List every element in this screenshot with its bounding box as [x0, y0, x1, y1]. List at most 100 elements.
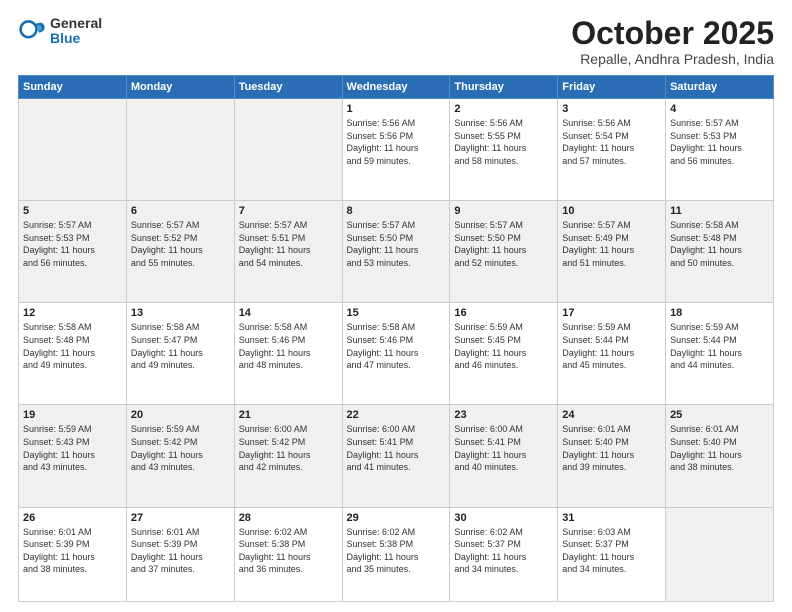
page: General Blue October 2025 Repalle, Andhr…: [0, 0, 792, 612]
table-row: 24 Sunrise: 6:01 AM Sunset: 5:40 PM Dayli…: [558, 405, 666, 507]
table-row: 5 Sunrise: 5:57 AM Sunset: 5:53 PM Daylig…: [19, 201, 127, 303]
day-number: 19: [23, 409, 122, 421]
day-info: Sunrise: 6:01 AM Sunset: 5:39 PM Dayligh…: [23, 526, 122, 576]
day-info: Sunrise: 6:00 AM Sunset: 5:42 PM Dayligh…: [239, 423, 338, 473]
logo-text: General Blue: [50, 16, 102, 47]
table-row: 8 Sunrise: 5:57 AM Sunset: 5:50 PM Daylig…: [342, 201, 450, 303]
day-info: Sunrise: 5:58 AM Sunset: 5:46 PM Dayligh…: [239, 321, 338, 371]
table-row: 3 Sunrise: 5:56 AM Sunset: 5:54 PM Daylig…: [558, 99, 666, 201]
day-info: Sunrise: 5:58 AM Sunset: 5:47 PM Dayligh…: [131, 321, 230, 371]
table-row: 20 Sunrise: 5:59 AM Sunset: 5:42 PM Dayli…: [126, 405, 234, 507]
day-info: Sunrise: 5:56 AM Sunset: 5:54 PM Dayligh…: [562, 117, 661, 167]
calendar-week-row: 1Sunrise: 5:56 AM Sunset: 5:56 PM Daylig…: [19, 99, 774, 201]
day-info: Sunrise: 5:59 AM Sunset: 5:45 PM Dayligh…: [454, 321, 553, 371]
day-number: 22: [347, 409, 446, 421]
table-row: 19 Sunrise: 5:59 AM Sunset: 5:43 PM Dayli…: [19, 405, 127, 507]
day-number: 2: [454, 103, 553, 115]
logo-icon: [18, 17, 46, 45]
day-info: Sunrise: 5:56 AM Sunset: 5:55 PM Dayligh…: [454, 117, 553, 167]
day-info: Sunrise: 6:01 AM Sunset: 5:39 PM Dayligh…: [131, 526, 230, 576]
day-info: Sunrise: 5:57 AM Sunset: 5:52 PM Dayligh…: [131, 219, 230, 269]
table-row: 31 Sunrise: 6:03 AM Sunset: 5:37 PM Dayli…: [558, 507, 666, 601]
day-number: 14: [239, 307, 338, 319]
day-number: 13: [131, 307, 230, 319]
month-title: October 2025: [571, 16, 774, 51]
table-row: 2 Sunrise: 5:56 AM Sunset: 5:55 PM Daylig…: [450, 99, 558, 201]
header: General Blue October 2025 Repalle, Andhr…: [18, 16, 774, 67]
day-number: 20: [131, 409, 230, 421]
day-number: 24: [562, 409, 661, 421]
day-info: Sunrise: 5:58 AM Sunset: 5:48 PM Dayligh…: [670, 219, 769, 269]
day-number: 23: [454, 409, 553, 421]
day-number: 7: [239, 205, 338, 217]
col-saturday: Saturday: [666, 76, 774, 99]
day-number: 21: [239, 409, 338, 421]
day-info: Sunrise: 5:59 AM Sunset: 5:42 PM Dayligh…: [131, 423, 230, 473]
day-number: 6: [131, 205, 230, 217]
table-row: 14 Sunrise: 5:58 AM Sunset: 5:46 PM Dayli…: [234, 303, 342, 405]
day-number: 15: [347, 307, 446, 319]
day-number: 10: [562, 205, 661, 217]
table-row: 29Sunrise: 6:02 AM Sunset: 5:38 PM Dayli…: [342, 507, 450, 601]
table-row: 1Sunrise: 5:56 AM Sunset: 5:56 PM Daylig…: [342, 99, 450, 201]
col-wednesday: Wednesday: [342, 76, 450, 99]
table-row: 4 Sunrise: 5:57 AM Sunset: 5:53 PM Daylig…: [666, 99, 774, 201]
table-row: 15Sunrise: 5:58 AM Sunset: 5:46 PM Dayli…: [342, 303, 450, 405]
table-row: 30 Sunrise: 6:02 AM Sunset: 5:37 PM Dayli…: [450, 507, 558, 601]
col-sunday: Sunday: [19, 76, 127, 99]
day-info: Sunrise: 5:58 AM Sunset: 5:48 PM Dayligh…: [23, 321, 122, 371]
day-number: 31: [562, 512, 661, 524]
day-number: 12: [23, 307, 122, 319]
table-row: 13 Sunrise: 5:58 AM Sunset: 5:47 PM Dayli…: [126, 303, 234, 405]
table-row: 6 Sunrise: 5:57 AM Sunset: 5:52 PM Daylig…: [126, 201, 234, 303]
table-row: [19, 99, 127, 201]
table-row: 10Sunrise: 5:57 AM Sunset: 5:49 PM Dayli…: [558, 201, 666, 303]
day-number: 17: [562, 307, 661, 319]
logo-blue-text: Blue: [50, 31, 102, 46]
table-row: 27 Sunrise: 6:01 AM Sunset: 5:39 PM Dayli…: [126, 507, 234, 601]
logo-general-text: General: [50, 16, 102, 31]
day-info: Sunrise: 6:01 AM Sunset: 5:40 PM Dayligh…: [562, 423, 661, 473]
day-info: Sunrise: 5:57 AM Sunset: 5:53 PM Dayligh…: [670, 117, 769, 167]
day-info: Sunrise: 5:57 AM Sunset: 5:53 PM Dayligh…: [23, 219, 122, 269]
table-row: 11 Sunrise: 5:58 AM Sunset: 5:48 PM Dayli…: [666, 201, 774, 303]
day-number: 9: [454, 205, 553, 217]
day-number: 25: [670, 409, 769, 421]
day-number: 4: [670, 103, 769, 115]
calendar-header-row: Sunday Monday Tuesday Wednesday Thursday…: [19, 76, 774, 99]
day-info: Sunrise: 5:57 AM Sunset: 5:50 PM Dayligh…: [347, 219, 446, 269]
col-monday: Monday: [126, 76, 234, 99]
calendar-week-row: 26Sunrise: 6:01 AM Sunset: 5:39 PM Dayli…: [19, 507, 774, 601]
table-row: [234, 99, 342, 201]
table-row: 23 Sunrise: 6:00 AM Sunset: 5:41 PM Dayli…: [450, 405, 558, 507]
table-row: 25 Sunrise: 6:01 AM Sunset: 5:40 PM Dayli…: [666, 405, 774, 507]
table-row: 22 Sunrise: 6:00 AM Sunset: 5:41 PM Dayli…: [342, 405, 450, 507]
day-number: 27: [131, 512, 230, 524]
calendar-week-row: 12 Sunrise: 5:58 AM Sunset: 5:48 PM Dayli…: [19, 303, 774, 405]
day-number: 8: [347, 205, 446, 217]
table-row: 7 Sunrise: 5:57 AM Sunset: 5:51 PM Daylig…: [234, 201, 342, 303]
day-number: 30: [454, 512, 553, 524]
day-info: Sunrise: 5:59 AM Sunset: 5:44 PM Dayligh…: [670, 321, 769, 371]
day-info: Sunrise: 5:59 AM Sunset: 5:44 PM Dayligh…: [562, 321, 661, 371]
day-info: Sunrise: 6:00 AM Sunset: 5:41 PM Dayligh…: [454, 423, 553, 473]
day-info: Sunrise: 6:02 AM Sunset: 5:38 PM Dayligh…: [239, 526, 338, 576]
day-info: Sunrise: 6:02 AM Sunset: 5:37 PM Dayligh…: [454, 526, 553, 576]
day-number: 28: [239, 512, 338, 524]
calendar-week-row: 19 Sunrise: 5:59 AM Sunset: 5:43 PM Dayli…: [19, 405, 774, 507]
table-row: 26Sunrise: 6:01 AM Sunset: 5:39 PM Dayli…: [19, 507, 127, 601]
day-info: Sunrise: 6:03 AM Sunset: 5:37 PM Dayligh…: [562, 526, 661, 576]
day-info: Sunrise: 5:57 AM Sunset: 5:51 PM Dayligh…: [239, 219, 338, 269]
day-info: Sunrise: 6:02 AM Sunset: 5:38 PM Dayligh…: [347, 526, 446, 576]
table-row: 17 Sunrise: 5:59 AM Sunset: 5:44 PM Dayli…: [558, 303, 666, 405]
day-number: 5: [23, 205, 122, 217]
calendar-week-row: 5 Sunrise: 5:57 AM Sunset: 5:53 PM Daylig…: [19, 201, 774, 303]
day-info: Sunrise: 5:56 AM Sunset: 5:56 PM Dayligh…: [347, 117, 446, 167]
day-number: 11: [670, 205, 769, 217]
day-info: Sunrise: 6:01 AM Sunset: 5:40 PM Dayligh…: [670, 423, 769, 473]
day-number: 3: [562, 103, 661, 115]
calendar-table: Sunday Monday Tuesday Wednesday Thursday…: [18, 75, 774, 602]
logo: General Blue: [18, 16, 102, 47]
day-info: Sunrise: 5:59 AM Sunset: 5:43 PM Dayligh…: [23, 423, 122, 473]
day-info: Sunrise: 6:00 AM Sunset: 5:41 PM Dayligh…: [347, 423, 446, 473]
